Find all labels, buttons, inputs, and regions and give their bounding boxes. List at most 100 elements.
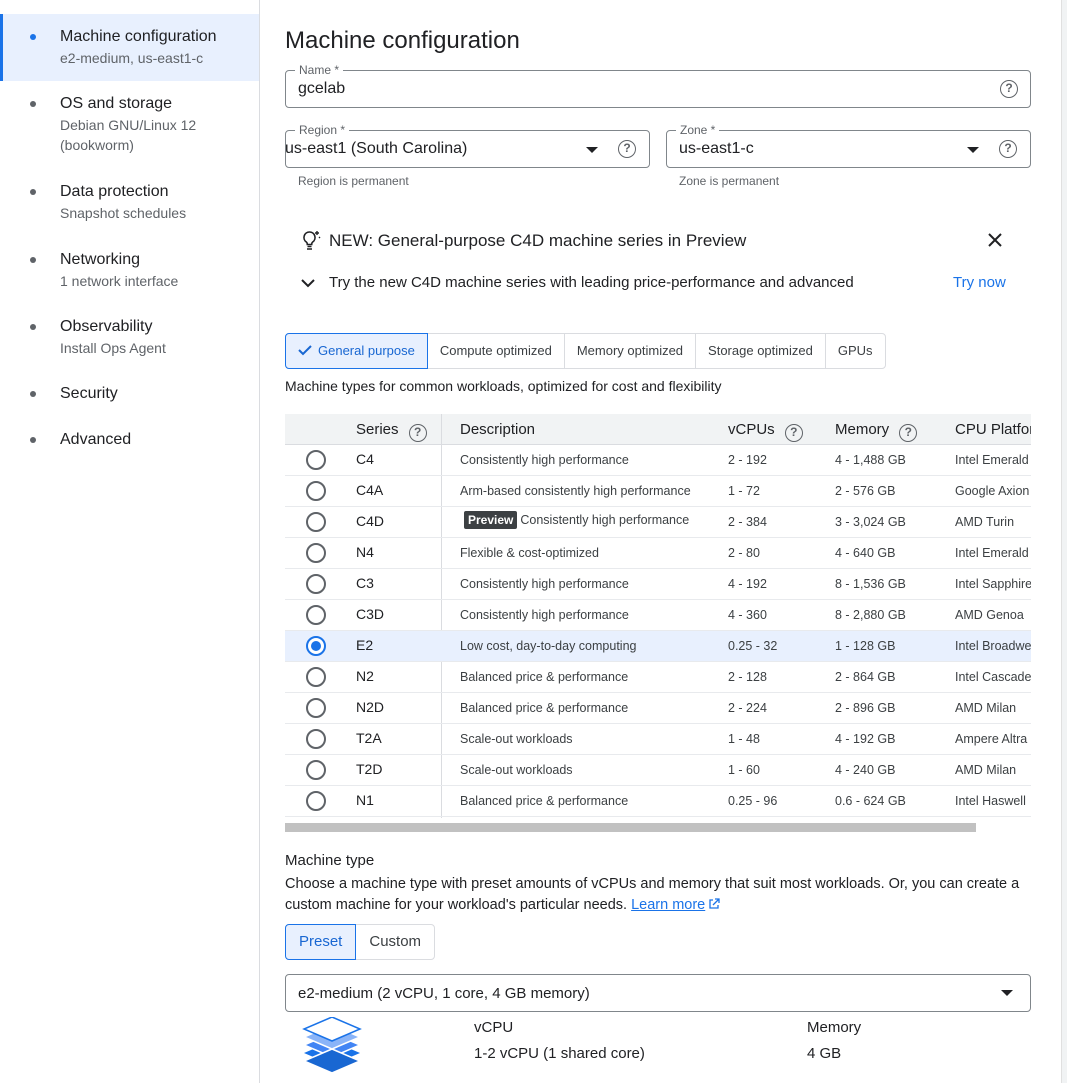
table-row[interactable]: T2D Scale-out workloads 1 - 60 4 - 240 GB AM…	[285, 755, 1031, 786]
table-row[interactable]: C3D Consistently high performance 4 - 360 8…	[285, 600, 1031, 631]
series-radio[interactable]	[306, 450, 326, 470]
tab-memory-optimized[interactable]: Memory optimized	[565, 334, 697, 368]
try-now-link[interactable]: Try now	[953, 274, 1006, 291]
check-icon	[298, 345, 312, 356]
cell-series: C4A	[356, 482, 384, 498]
sidebar-item-sublabel: Snapshot schedules	[60, 205, 187, 221]
name-field-value[interactable]: gcelab	[298, 80, 345, 98]
series-radio[interactable]	[306, 760, 326, 780]
cell-vcpus: 2 - 80	[728, 546, 760, 560]
series-radio[interactable]	[306, 729, 326, 749]
tab-compute-optimized[interactable]: Compute optimized	[428, 334, 565, 368]
help-icon[interactable]: ?	[784, 424, 803, 442]
help-icon[interactable]: ?	[1000, 80, 1018, 98]
cell-cpu-platform: Intel Emerald	[955, 546, 1029, 560]
machine-type-description: Choose a machine type with preset amount…	[285, 874, 1035, 916]
series-radio[interactable]	[306, 698, 326, 718]
series-radio[interactable]	[306, 481, 326, 501]
zone-field-label: Zone *	[676, 122, 720, 138]
cell-cpu-platform: Google Axion	[955, 484, 1030, 498]
custom-button[interactable]: Custom	[356, 925, 434, 959]
cell-description-text: Consistently high performance	[520, 513, 690, 527]
name-field[interactable]: Name * gcelab ?	[285, 62, 1031, 108]
cell-vcpus: 2 - 192	[728, 453, 767, 467]
preset-button[interactable]: Preset	[285, 924, 357, 960]
table-row[interactable]: N4 Flexible & cost-optimized 2 - 80 4 - 640…	[285, 538, 1031, 569]
machine-type-select[interactable]: e2-medium (2 vCPU, 1 core, 4 GB memory)	[285, 974, 1031, 1012]
cell-series: C3	[356, 575, 374, 591]
sidebar-item-advanced[interactable]: Advanced	[0, 429, 259, 451]
cell-series: N4	[356, 544, 374, 560]
series-radio[interactable]	[306, 543, 326, 563]
series-radio[interactable]	[306, 791, 326, 811]
cell-vcpus: 0.25 - 96	[728, 794, 778, 808]
header-series: Series ?	[356, 421, 427, 442]
help-icon[interactable]: ?	[999, 140, 1017, 158]
help-icon[interactable]: ?	[408, 424, 427, 442]
table-row[interactable]: T2A Scale-out workloads 1 - 48 4 - 192 GB Am…	[285, 724, 1031, 755]
table-row[interactable]: C4A Arm-based consistently high performan…	[285, 476, 1031, 507]
cell-series: T2A	[356, 730, 382, 746]
cell-cpu-platform: AMD Milan	[955, 763, 1017, 777]
nav-bullet	[30, 391, 36, 397]
close-icon[interactable]	[987, 232, 1003, 248]
machine-series-table: Series ? Description vCPUs ? Memory ? CP…	[285, 414, 1031, 818]
header-series-label: Series	[356, 421, 399, 438]
series-radio[interactable]	[306, 667, 326, 687]
lightbulb-icon	[303, 231, 321, 250]
cell-cpu-platform: Intel Broadwe	[955, 639, 1031, 653]
banner-text: Try the new C4D machine series with lead…	[329, 274, 854, 291]
table-row[interactable]: N2D Balanced price & performance 2 - 224 2 …	[285, 693, 1031, 724]
sidebar-item-label: Data protection	[60, 183, 169, 200]
sidebar-item-machine-configuration[interactable]: Machine configuration e2-medium, us-east…	[0, 14, 259, 81]
sidebar-item-label: Advanced	[60, 431, 132, 448]
series-radio[interactable]	[306, 605, 326, 625]
tab-general-purpose[interactable]: General purpose	[285, 333, 428, 369]
sidebar-item-observability[interactable]: Observability Install Ops Agent	[0, 316, 259, 358]
tab-storage-optimized[interactable]: Storage optimized	[696, 334, 826, 368]
cell-memory: 4 - 192 GB	[835, 732, 896, 746]
sidebar-item-label: Machine configuration	[60, 28, 217, 45]
zone-select[interactable]: Zone * us-east1-c ?	[666, 122, 1031, 168]
cell-vcpus: 4 - 192	[728, 577, 767, 591]
table-row[interactable]: N2 Balanced price & performance 2 - 128 2 -…	[285, 662, 1031, 693]
sidebar-item-security[interactable]: Security	[0, 383, 259, 405]
page-scrollbar[interactable]	[1061, 0, 1067, 1083]
table-row[interactable]: C4 Consistently high performance 2 - 192 4 …	[285, 445, 1031, 476]
table-row[interactable]: C3 Consistently high performance 4 - 192 8 …	[285, 569, 1031, 600]
sidebar-item-networking[interactable]: Networking 1 network interface	[0, 249, 259, 291]
region-select[interactable]: Region * us-east1 (South Carolina) ?	[285, 122, 650, 168]
cell-vcpus: 0.25 - 32	[728, 639, 778, 653]
sidebar-item-data-protection[interactable]: Data protection Snapshot schedules	[0, 181, 259, 223]
cell-description: Low cost, day-to-day computing	[460, 639, 637, 653]
vcpu-spec-value: 1-2 vCPU (1 shared core)	[474, 1045, 645, 1062]
cell-series: E2	[356, 637, 374, 653]
sidebar-item-os-storage[interactable]: OS and storage Debian GNU/Linux 12 (book…	[0, 93, 259, 155]
cell-series: C4	[356, 451, 374, 467]
series-radio[interactable]	[306, 512, 326, 532]
learn-more-link[interactable]: Learn more	[631, 897, 705, 913]
tab-gpus[interactable]: GPUs	[826, 334, 885, 368]
region-hint: Region is permanent	[298, 174, 409, 188]
help-icon[interactable]: ?	[899, 424, 918, 442]
nav-bullet	[30, 437, 36, 443]
cell-memory: 3 - 3,024 GB	[835, 515, 906, 529]
series-radio[interactable]	[306, 574, 326, 594]
chevron-down-icon[interactable]	[300, 277, 316, 289]
help-icon[interactable]: ?	[618, 140, 636, 158]
table-row[interactable]: E2 Low cost, day-to-day computing 0.25 - 3…	[285, 631, 1031, 662]
cell-cpu-platform: AMD Genoa	[955, 608, 1024, 622]
cell-cpu-platform: Intel Cascade	[955, 670, 1031, 684]
sidebar-item-sublabel: 1 network interface	[60, 273, 179, 289]
series-radio[interactable]	[306, 636, 326, 656]
cell-cpu-platform: AMD Milan	[955, 701, 1017, 715]
cell-memory: 4 - 640 GB	[835, 546, 896, 560]
machine-type-select-value: e2-medium (2 vCPU, 1 core, 4 GB memory)	[298, 985, 590, 1002]
cell-memory: 0.6 - 624 GB	[835, 794, 906, 808]
cell-vcpus: 1 - 72	[728, 484, 760, 498]
table-horizontal-scrollbar[interactable]	[285, 823, 976, 832]
table-row[interactable]: N1 Balanced price & performance 0.25 - 96 0…	[285, 786, 1031, 817]
chevron-down-icon	[1001, 990, 1013, 996]
cell-description: Balanced price & performance	[460, 670, 629, 684]
table-row[interactable]: C4D Preview Consistently high performance 2…	[285, 507, 1031, 538]
